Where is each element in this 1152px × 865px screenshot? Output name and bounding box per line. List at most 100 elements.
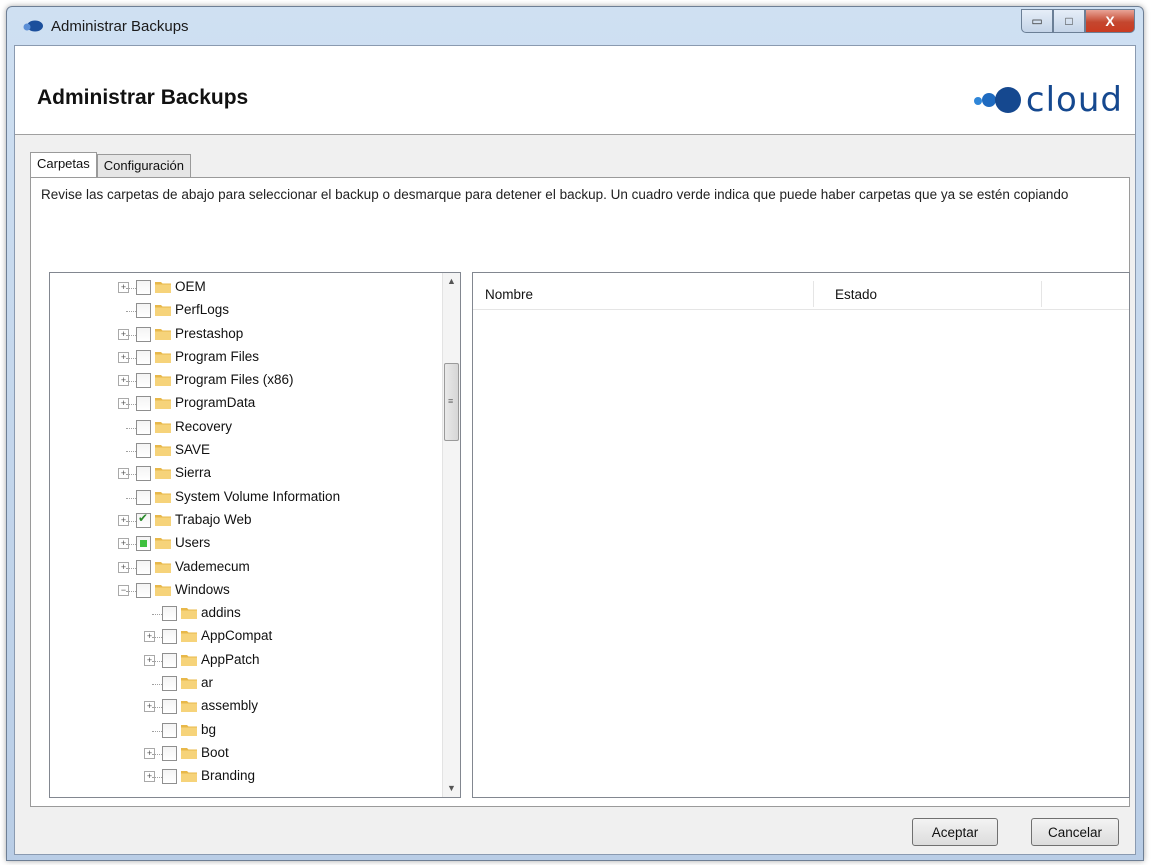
tree-item-label[interactable]: Prestashop (175, 326, 243, 341)
tree-item-checkbox[interactable] (136, 349, 151, 365)
tree-item-label[interactable]: Branding (201, 768, 255, 783)
tree-item-checkbox[interactable] (136, 326, 151, 342)
tree-item[interactable]: + AppCompat (50, 625, 440, 648)
scroll-down-icon[interactable]: ▼ (443, 780, 460, 797)
column-divider[interactable] (1041, 281, 1042, 307)
tree-item-checkbox[interactable] (162, 722, 177, 738)
tree-item-label[interactable]: ProgramData (175, 395, 255, 410)
tree-item[interactable]: + assembly (50, 695, 440, 718)
tree-item-label[interactable]: System Volume Information (175, 489, 340, 504)
tree-scrollbar[interactable]: ▲ ≡ ▼ (442, 273, 460, 797)
folder-icon (155, 560, 171, 573)
tree-item[interactable]: PerfLogs (50, 299, 440, 322)
tree-item[interactable]: + AppPatch (50, 649, 440, 672)
tree-item[interactable]: ar (50, 672, 440, 695)
tree-item-checkbox[interactable] (136, 396, 151, 412)
tree-item-label[interactable]: bg (201, 722, 216, 737)
scroll-thumb[interactable]: ≡ (444, 363, 459, 441)
tree-item-checkbox[interactable] (136, 489, 151, 505)
minimize-button[interactable]: ▭ (1021, 9, 1053, 33)
dialog-client-area: Administrar Backups cloud Carpetas Confi… (14, 45, 1136, 855)
tree-item-label[interactable]: PerfLogs (175, 302, 229, 317)
tree-item-checkbox[interactable] (136, 536, 151, 552)
column-header-estado[interactable]: Estado (835, 287, 877, 302)
tree-connector-line (126, 590, 136, 592)
tree-item[interactable]: System Volume Information (50, 486, 440, 509)
tree-item-label[interactable]: Vademecum (175, 559, 250, 574)
tab-configuracion[interactable]: Configuración (96, 154, 191, 179)
tree-item-label[interactable]: Program Files (175, 349, 259, 364)
tree-item-label[interactable]: Trabajo Web (175, 512, 252, 527)
tree-item-label[interactable]: Boot (201, 745, 229, 760)
tree-item[interactable]: + Vademecum (50, 556, 440, 579)
column-header-nombre[interactable]: Nombre (485, 287, 533, 302)
tree-item[interactable]: + OEM (50, 276, 440, 299)
list-header: Nombre Estado (473, 273, 1129, 310)
tree-item-checkbox[interactable] (162, 676, 177, 692)
scroll-up-icon[interactable]: ▲ (443, 273, 460, 290)
tree-item-label[interactable]: Users (175, 535, 210, 550)
tree-connector-line (126, 544, 136, 546)
tree-item-label[interactable]: Recovery (175, 419, 232, 434)
tree-item-checkbox[interactable] (162, 652, 177, 668)
cloud-app-icon (23, 20, 43, 32)
tree-item-checkbox[interactable] (162, 629, 177, 645)
folder-icon (155, 490, 171, 503)
tree-item-label[interactable]: Windows (175, 582, 230, 597)
tree-item-checkbox[interactable] (162, 699, 177, 715)
tree-item-checkbox[interactable] (136, 559, 151, 575)
cancel-button[interactable]: Cancelar (1031, 818, 1119, 846)
tree-item-label[interactable]: AppCompat (201, 628, 272, 643)
tree-item-checkbox[interactable] (136, 419, 151, 435)
tree-item-checkbox[interactable] (136, 466, 151, 482)
tree-item[interactable]: − Windows (50, 579, 440, 602)
tree-item[interactable]: + Users (50, 532, 440, 555)
column-divider[interactable] (813, 281, 814, 307)
close-button[interactable]: X (1085, 9, 1135, 33)
tree-item[interactable]: + Prestashop (50, 323, 440, 346)
folder-icon (155, 327, 171, 340)
title-bar[interactable]: Administrar Backups ▭ □ X (7, 7, 1143, 45)
folder-icon (155, 420, 171, 433)
accept-button[interactable]: Aceptar (912, 818, 998, 846)
tree-connector-line (126, 474, 136, 476)
tree-item-label[interactable]: AppPatch (201, 652, 260, 667)
tree-item-checkbox[interactable] (136, 373, 151, 389)
tree-item[interactable]: + Program Files (x86) (50, 369, 440, 392)
folder-icon (181, 723, 197, 736)
tree-item[interactable]: + ProgramData (50, 392, 440, 415)
tree-item-label[interactable]: Sierra (175, 465, 211, 480)
tree-item[interactable]: + Boot (50, 742, 440, 765)
tree-item-checkbox[interactable] (162, 769, 177, 785)
tree-item-checkbox[interactable] (136, 303, 151, 319)
tree-item[interactable]: + Branding (50, 765, 440, 788)
folder-icon (181, 676, 197, 690)
tree-item[interactable]: + Program Files (50, 346, 440, 369)
tree-item-label[interactable]: OEM (175, 279, 206, 294)
maximize-button[interactable]: □ (1053, 9, 1085, 33)
tab-carpetas[interactable]: Carpetas (30, 152, 97, 177)
tree-item[interactable]: Recovery (50, 416, 440, 439)
tree-item[interactable]: SAVE (50, 439, 440, 462)
tree-item-checkbox[interactable] (136, 443, 151, 459)
tree-item-label[interactable]: Program Files (x86) (175, 372, 294, 387)
tree-item-label[interactable]: SAVE (175, 442, 210, 457)
tree-item-checkbox[interactable] (162, 606, 177, 622)
tree-item[interactable]: bg (50, 719, 440, 742)
tree-item[interactable]: +Trabajo Web (50, 509, 440, 532)
tree-item-checkbox[interactable] (136, 582, 151, 598)
tree-item-label[interactable]: ar (201, 675, 213, 690)
folder-icon (155, 513, 171, 526)
tree-connector-line (126, 567, 136, 569)
tree-item[interactable]: addins (50, 602, 440, 625)
logo-text: cloud (1025, 80, 1123, 120)
folder-tree[interactable]: + OEM PerfLogs + Prestashop + Program Files + Pr… (49, 272, 461, 798)
tree-item-label[interactable]: addins (201, 605, 241, 620)
tree-item-checkbox[interactable] (136, 280, 151, 295)
backup-list[interactable]: Nombre Estado (472, 272, 1130, 798)
tree-item-checkbox[interactable] (136, 511, 151, 528)
logo-circles-icon (973, 87, 1021, 113)
tree-item-label[interactable]: assembly (201, 698, 258, 713)
tree-item-checkbox[interactable] (162, 745, 177, 761)
tree-item[interactable]: + Sierra (50, 462, 440, 485)
